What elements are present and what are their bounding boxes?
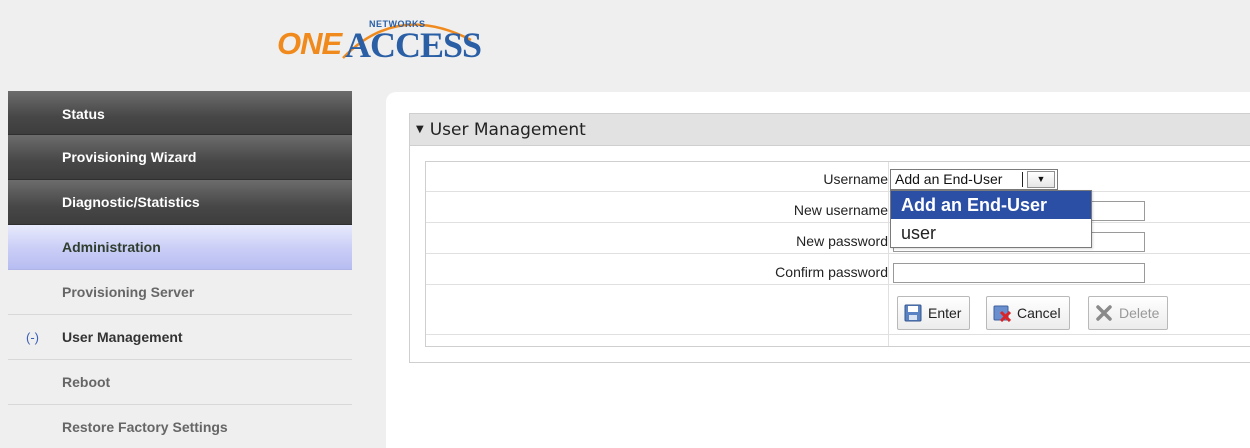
sidebar-item-label: User Management — [62, 329, 183, 345]
sidebar-item-restore-factory-settings[interactable]: Restore Factory Settings — [8, 405, 352, 448]
collapse-triangle-icon[interactable]: ▼ — [416, 124, 424, 135]
sidebar-item-label: Administration — [62, 239, 161, 255]
save-icon — [904, 304, 922, 322]
sidebar-item-status[interactable]: Status — [8, 91, 352, 135]
cancel-button[interactable]: Cancel — [986, 296, 1070, 330]
sidebar-item-user-management[interactable]: (-) User Management — [8, 315, 352, 360]
username-select-value: Add an End-User — [895, 171, 1003, 187]
collapse-marker-icon[interactable]: (-) — [26, 330, 39, 345]
dropdown-option-user[interactable]: user — [891, 219, 1091, 247]
enter-button-label: Enter — [928, 305, 962, 321]
username-select[interactable]: Add an End-User ▼ — [890, 169, 1058, 190]
confirm-password-row: Confirm password — [426, 261, 1250, 285]
username-label: Username — [823, 171, 888, 187]
confirm-password-input[interactable] — [893, 263, 1145, 283]
text-caret — [1022, 172, 1023, 187]
oneaccess-logo: NETWORKS ONE ACCESS — [277, 6, 497, 72]
new-username-label: New username — [793, 202, 888, 218]
logo-one-text: ONE — [277, 26, 342, 61]
delete-button-label: Delete — [1119, 305, 1160, 321]
delete-x-icon — [1095, 304, 1113, 322]
sidebar-item-label: Provisioning Server — [62, 284, 195, 300]
new-password-row: New password — [426, 230, 1250, 254]
sidebar-item-administration[interactable]: Administration — [8, 225, 352, 270]
dropdown-option-add-end-user[interactable]: Add an End-User — [891, 191, 1091, 219]
sidebar-item-diagnostic-statistics[interactable]: Diagnostic/Statistics — [8, 180, 352, 225]
sidebar-item-label: Reboot — [62, 374, 111, 390]
sidebar-item-label: Provisioning Wizard — [62, 149, 197, 165]
logo-access-text: ACCESS — [345, 25, 482, 65]
new-username-row: New username — [426, 199, 1250, 223]
cancel-icon — [993, 304, 1012, 323]
chevron-down-icon[interactable]: ▼ — [1027, 171, 1055, 188]
section-header[interactable]: ▼ User Management — [410, 114, 1250, 146]
sidebar-nav: Status Provisioning Wizard Diagnostic/St… — [8, 91, 352, 448]
sidebar-item-label: Restore Factory Settings — [62, 419, 228, 435]
confirm-password-label: Confirm password — [775, 264, 888, 280]
username-row: Username Add an End-User ▼ — [426, 168, 1250, 192]
delete-button[interactable]: Delete — [1088, 296, 1169, 330]
cancel-button-label: Cancel — [1017, 305, 1061, 321]
sidebar-item-label: Diagnostic/Statistics — [62, 194, 200, 210]
sidebar-item-label: Status — [62, 106, 105, 122]
sidebar-item-provisioning-server[interactable]: Provisioning Server — [8, 270, 352, 315]
username-dropdown-list: Add an End-User user — [890, 190, 1092, 248]
new-password-label: New password — [796, 233, 888, 249]
enter-button[interactable]: Enter — [897, 296, 971, 330]
section-title: User Management — [429, 119, 586, 140]
sidebar-item-provisioning-wizard[interactable]: Provisioning Wizard — [8, 135, 352, 180]
sidebar-item-reboot[interactable]: Reboot — [8, 360, 352, 405]
